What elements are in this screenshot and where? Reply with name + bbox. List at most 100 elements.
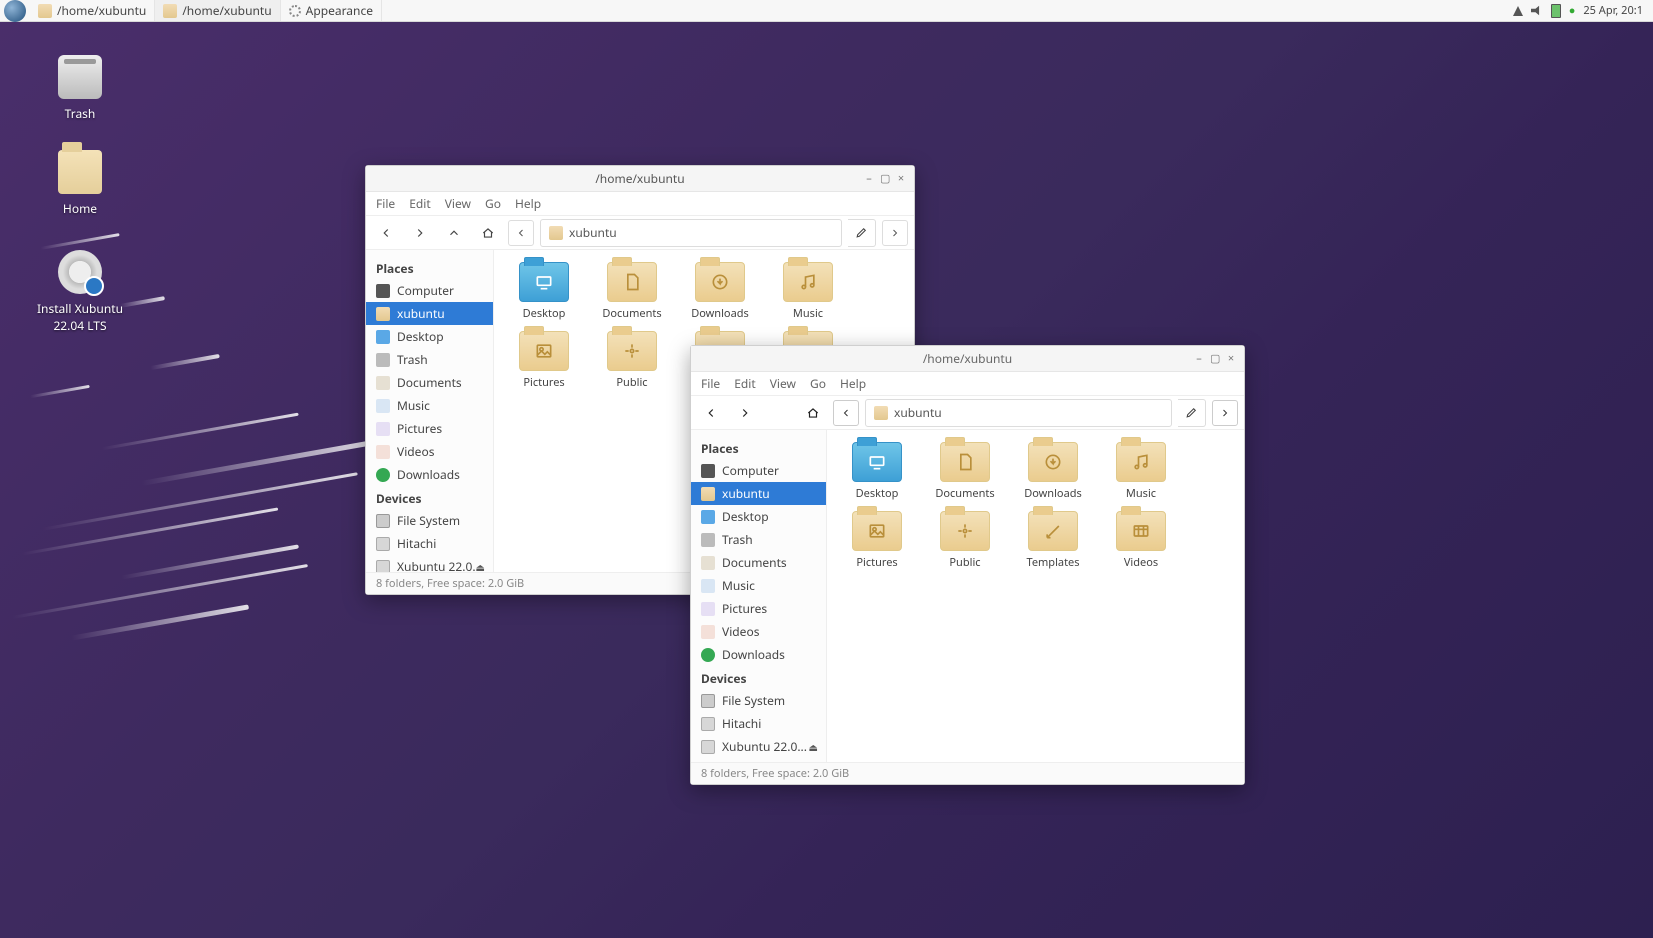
sidebar-item-videos[interactable]: Videos xyxy=(691,620,826,643)
folder-item-downloads[interactable]: Downloads xyxy=(1017,442,1089,501)
folder-item-music[interactable]: Music xyxy=(772,262,844,321)
menu-edit[interactable]: Edit xyxy=(734,375,755,392)
battery-icon[interactable] xyxy=(1551,4,1561,18)
folder-label: Desktop xyxy=(508,306,580,321)
path-edit-button[interactable] xyxy=(848,219,876,247)
menu-go[interactable]: Go xyxy=(485,195,501,212)
minimize-button[interactable]: – xyxy=(864,174,874,184)
folder-item-pictures[interactable]: Pictures xyxy=(841,511,913,570)
maximize-button[interactable]: ▢ xyxy=(1210,354,1220,364)
titlebar[interactable]: /home/xubuntu – ▢ × xyxy=(691,346,1244,372)
sidebar-item-ventoy[interactable]: Ventoy xyxy=(691,758,826,762)
path-next-button[interactable] xyxy=(1212,400,1238,426)
maximize-button[interactable]: ▢ xyxy=(880,174,890,184)
path-next-button[interactable] xyxy=(882,220,908,246)
sidebar: Places Computer xubuntu Desktop Trash Do… xyxy=(691,430,827,762)
file-manager-window-2[interactable]: /home/xubuntu – ▢ × File Edit View Go He… xyxy=(690,345,1245,785)
status-bar: 8 folders, Free space: 2.0 GiB xyxy=(691,762,1244,784)
sidebar-item-trash[interactable]: Trash xyxy=(366,348,493,371)
path-edit-button[interactable] xyxy=(1178,399,1206,427)
path-history-button[interactable] xyxy=(508,220,534,246)
menubar: File Edit View Go Help xyxy=(691,372,1244,396)
sidebar-item-downloads[interactable]: Downloads xyxy=(366,463,493,486)
desktop-icon-trash[interactable]: Trash xyxy=(35,55,125,122)
home-button[interactable] xyxy=(799,400,827,426)
folder-icon xyxy=(38,4,52,18)
sidebar-item-filesystem[interactable]: File System xyxy=(366,509,493,532)
sidebar-item-music[interactable]: Music xyxy=(691,574,826,597)
folder-item-documents[interactable]: Documents xyxy=(929,442,1001,501)
folder-icon xyxy=(940,511,990,551)
menu-help[interactable]: Help xyxy=(840,375,866,392)
folder-item-public[interactable]: Public xyxy=(929,511,1001,570)
sidebar-item-documents[interactable]: Documents xyxy=(691,551,826,574)
sound-icon[interactable] xyxy=(1531,5,1543,17)
sidebar-item-pictures[interactable]: Pictures xyxy=(691,597,826,620)
menu-view[interactable]: View xyxy=(770,375,796,392)
sidebar-item-desktop[interactable]: Desktop xyxy=(366,325,493,348)
folder-item-downloads[interactable]: Downloads xyxy=(684,262,756,321)
path-history-button[interactable] xyxy=(833,400,859,426)
folder-item-pictures[interactable]: Pictures xyxy=(508,331,580,390)
menu-help[interactable]: Help xyxy=(515,195,541,212)
applications-menu-icon[interactable] xyxy=(4,0,26,22)
back-button[interactable] xyxy=(372,220,400,246)
folder-item-templates[interactable]: Templates xyxy=(1017,511,1089,570)
sidebar-item-trash[interactable]: Trash xyxy=(691,528,826,551)
sidebar-item-videos[interactable]: Videos xyxy=(366,440,493,463)
folder-label: Public xyxy=(596,375,668,390)
wallpaper-decor xyxy=(40,233,119,250)
taskbar-item-filemanager-2[interactable]: /home/xubuntu xyxy=(155,0,280,21)
home-button[interactable] xyxy=(474,220,502,246)
folder-item-desktop[interactable]: Desktop xyxy=(841,442,913,501)
menu-go[interactable]: Go xyxy=(810,375,826,392)
sidebar-item-downloads[interactable]: Downloads xyxy=(691,643,826,666)
path-bar[interactable]: xubuntu xyxy=(540,219,842,247)
menu-edit[interactable]: Edit xyxy=(409,195,430,212)
up-button[interactable] xyxy=(765,400,793,426)
sidebar-item-home[interactable]: xubuntu xyxy=(691,482,826,505)
clock[interactable]: 25 Apr, 20:1 xyxy=(1583,3,1643,18)
forward-button[interactable] xyxy=(731,400,759,426)
menu-view[interactable]: View xyxy=(445,195,471,212)
close-button[interactable]: × xyxy=(1226,354,1236,364)
taskbar-item-appearance[interactable]: Appearance xyxy=(281,0,382,21)
desktop-icon-install[interactable]: Install Xubuntu 22.04 LTS xyxy=(35,250,125,334)
desktop-icon-label: Trash xyxy=(35,105,125,122)
folder-item-music[interactable]: Music xyxy=(1105,442,1177,501)
sidebar-item-computer[interactable]: Computer xyxy=(366,279,493,302)
eject-icon[interactable]: ⏏ xyxy=(809,740,818,754)
desktop-icon-home[interactable]: Home xyxy=(35,150,125,217)
folder-item-public[interactable]: Public xyxy=(596,331,668,390)
up-button[interactable] xyxy=(440,220,468,246)
taskbar-item-filemanager-1[interactable]: /home/xubuntu xyxy=(30,0,155,21)
back-button[interactable] xyxy=(697,400,725,426)
menu-file[interactable]: File xyxy=(376,195,395,212)
sidebar-item-computer[interactable]: Computer xyxy=(691,459,826,482)
sidebar-item-hitachi[interactable]: Hitachi xyxy=(366,532,493,555)
sidebar-item-desktop[interactable]: Desktop xyxy=(691,505,826,528)
task-label: /home/xubuntu xyxy=(57,2,146,19)
folder-item-videos[interactable]: Videos xyxy=(1105,511,1177,570)
sidebar-item-hitachi[interactable]: Hitachi xyxy=(691,712,826,735)
folder-view[interactable]: Desktop Documents Downloads Music Pictures Pu… xyxy=(827,430,1244,762)
network-icon[interactable] xyxy=(1513,6,1523,16)
path-segment: xubuntu xyxy=(569,224,617,241)
sidebar-item-xubuntu-media[interactable]: Xubuntu 22.0...⏏ xyxy=(691,735,826,758)
eject-icon[interactable]: ⏏ xyxy=(476,560,485,573)
titlebar[interactable]: /home/xubuntu – ▢ × xyxy=(366,166,914,192)
menu-file[interactable]: File xyxy=(701,375,720,392)
forward-button[interactable] xyxy=(406,220,434,246)
sidebar-item-home[interactable]: xubuntu xyxy=(366,302,493,325)
sidebar-item-filesystem[interactable]: File System xyxy=(691,689,826,712)
minimize-button[interactable]: – xyxy=(1194,354,1204,364)
close-button[interactable]: × xyxy=(896,174,906,184)
computer-icon xyxy=(376,284,390,298)
folder-item-desktop[interactable]: Desktop xyxy=(508,262,580,321)
sidebar-item-music[interactable]: Music xyxy=(366,394,493,417)
sidebar-item-xubuntu-media[interactable]: Xubuntu 22.0...⏏ xyxy=(366,555,493,572)
folder-item-documents[interactable]: Documents xyxy=(596,262,668,321)
sidebar-item-documents[interactable]: Documents xyxy=(366,371,493,394)
sidebar-item-pictures[interactable]: Pictures xyxy=(366,417,493,440)
path-bar[interactable]: xubuntu xyxy=(865,399,1172,427)
